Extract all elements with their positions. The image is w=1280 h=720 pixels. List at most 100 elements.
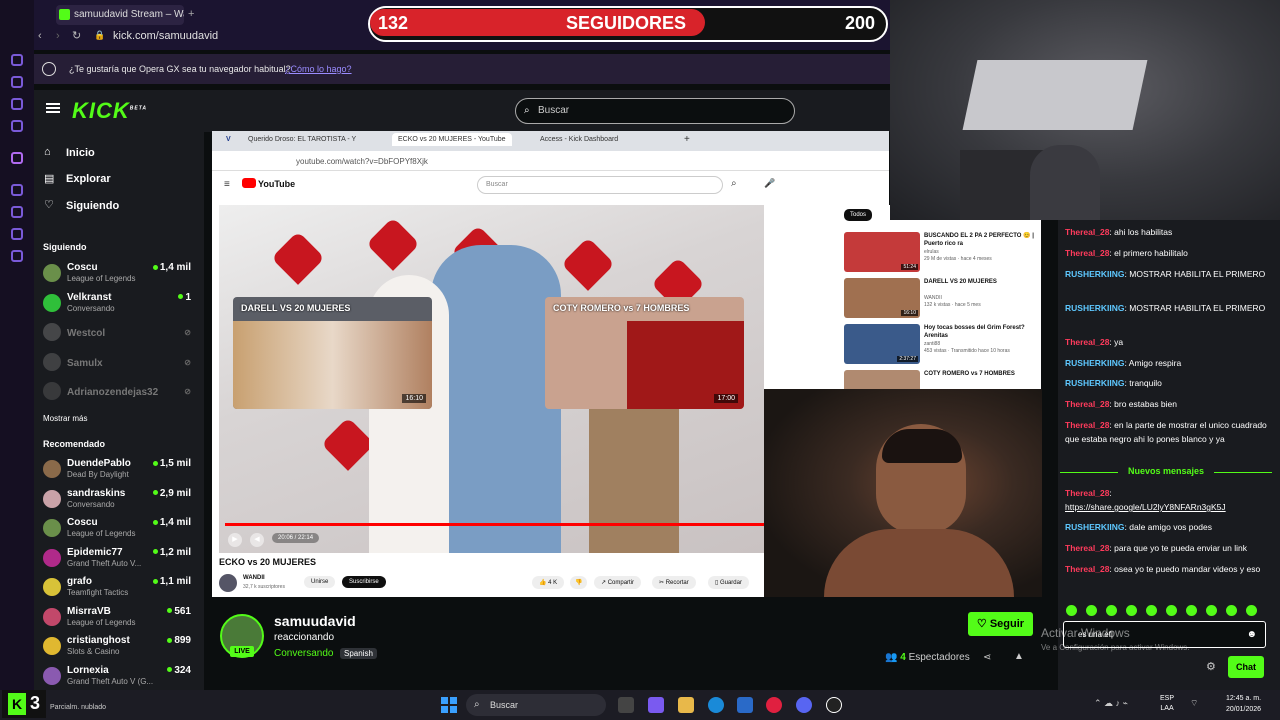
- menu-icon[interactable]: ≡: [224, 179, 230, 190]
- dislike-button[interactable]: 👎: [570, 576, 588, 589]
- chat-username[interactable]: Thereal_28: [1065, 399, 1109, 409]
- yt-url[interactable]: youtube.com/watch?v=DbFOPYf8Xjk: [296, 157, 428, 166]
- side-video[interactable]: 16:10 DARELL VS 20 MUJERES WANDII 132 k vis…: [844, 278, 1041, 318]
- chat-username[interactable]: RUSHERKIING: [1065, 358, 1125, 368]
- filter-all[interactable]: Todos: [844, 209, 873, 221]
- emote-icon[interactable]: [1146, 605, 1157, 616]
- sidebar-channel[interactable]: grafo Teamfight Tactics 1,1 mil: [43, 576, 195, 602]
- emote-icon[interactable]: [1186, 605, 1197, 616]
- rail-item-icon[interactable]: [11, 206, 23, 218]
- sidebar-channel[interactable]: Westcol ⊘: [43, 321, 195, 347]
- mic-icon[interactable]: 🎤: [764, 178, 775, 189]
- chat-username[interactable]: Thereal_28: [1065, 564, 1109, 574]
- browser-tab-active[interactable]: samuudavid Stream – Wat: [56, 5, 184, 25]
- rail-item-icon[interactable]: [11, 120, 23, 132]
- file-explorer-icon[interactable]: [678, 697, 694, 713]
- yt-search-input[interactable]: Buscar: [477, 176, 723, 194]
- nav-following[interactable]: Siguiendo: [66, 200, 119, 212]
- chat-username[interactable]: RUSHERKIING: [1065, 303, 1125, 313]
- share-button[interactable]: ↗ Compartir: [594, 576, 642, 589]
- side-video[interactable]: 51:24 BUSCANDO EL 2 PA 2 PERFECTO 😊 | Pue…: [844, 232, 1041, 272]
- chat-username[interactable]: RUSHERKIING: [1065, 522, 1125, 532]
- edge-icon[interactable]: [708, 697, 724, 713]
- stream-category[interactable]: Conversando: [274, 648, 333, 659]
- sidebar-channel[interactable]: MisrraVB League of Legends 561: [43, 606, 195, 632]
- volume-icon[interactable]: ◀: [250, 533, 264, 547]
- like-button[interactable]: 👍 4 K: [532, 576, 565, 589]
- settings-icon[interactable]: [11, 250, 23, 262]
- side-video[interactable]: 2:37:27 Hoy tocas bosses del Grim Forest?…: [844, 324, 1041, 364]
- chat-username[interactable]: Thereal_28: [1065, 420, 1109, 430]
- task-view-icon[interactable]: [618, 697, 634, 713]
- wifi-icon[interactable]: ⌔: [1190, 698, 1198, 709]
- save-button[interactable]: ▯ Guardar: [708, 576, 749, 589]
- obs-icon[interactable]: [826, 697, 842, 713]
- play-icon[interactable]: ▶: [228, 533, 242, 547]
- sidebar-channel[interactable]: Coscu League of Legends 1,4 mil: [43, 262, 195, 288]
- discord-icon[interactable]: [796, 697, 812, 713]
- youtube-logo[interactable]: YouTube: [258, 179, 295, 189]
- emote-icon[interactable]: [1246, 605, 1257, 616]
- taskbar-clock[interactable]: 12:45 a. m. 20/01/2026: [1226, 693, 1261, 715]
- emote-icon[interactable]: [1226, 605, 1237, 616]
- taskbar-search[interactable]: ⌕ Buscar: [466, 694, 606, 716]
- channel-name[interactable]: WANDII: [243, 575, 265, 581]
- chat-link[interactable]: https://share.google/LU2lyY8NFARn3gK5J: [1065, 502, 1226, 512]
- gear-icon[interactable]: ⚙: [1206, 660, 1216, 673]
- forward-icon[interactable]: ›: [56, 30, 60, 42]
- chat-username[interactable]: RUSHERKIING: [1065, 269, 1125, 279]
- search-input[interactable]: ⌕ Buscar: [515, 98, 795, 124]
- store-icon[interactable]: [737, 697, 753, 713]
- chat-username[interactable]: Thereal_28: [1065, 227, 1109, 237]
- yt-tab[interactable]: Access - Kick Dashboard: [540, 136, 618, 143]
- back-icon[interactable]: ‹: [38, 30, 42, 42]
- subscribe-button[interactable]: Suscribirse: [342, 576, 386, 588]
- rail-item-icon[interactable]: [11, 98, 23, 110]
- rail-item-icon[interactable]: [11, 184, 23, 196]
- weather-text[interactable]: Parcialm. nublado: [50, 704, 106, 711]
- chat-username[interactable]: Thereal_28: [1065, 543, 1109, 553]
- yt-tab-active[interactable]: ECKO vs 20 MUJERES - YouTube: [392, 133, 512, 146]
- sidebar-channel[interactable]: Adrianozendejas32 ⊘: [43, 380, 195, 406]
- share-icon[interactable]: ⋖: [983, 652, 991, 663]
- emote-icon[interactable]: [1106, 605, 1117, 616]
- rail-item-icon[interactable]: [11, 228, 23, 240]
- report-icon[interactable]: ▲: [1014, 651, 1024, 662]
- kick-logo[interactable]: KICKBETA: [72, 98, 147, 124]
- sidebar-channel[interactable]: Velkranst Conversando 1: [43, 292, 195, 318]
- video-progress-bar[interactable]: [225, 523, 764, 526]
- clip-button[interactable]: ✂ Recortar: [652, 576, 696, 589]
- channel-name[interactable]: samuudavid: [274, 613, 356, 629]
- new-tab-icon[interactable]: +: [684, 134, 690, 145]
- chat-username[interactable]: Thereal_28: [1065, 248, 1109, 258]
- rail-item-icon[interactable]: [11, 76, 23, 88]
- new-tab-icon[interactable]: +: [188, 8, 194, 20]
- nav-browse[interactable]: Explorar: [66, 173, 111, 185]
- sidebar-channel[interactable]: Lornexia Grand Theft Auto V (G... 324: [43, 665, 195, 691]
- sidebar-channel[interactable]: Coscu League of Legends 1,4 mil: [43, 517, 195, 543]
- end-screen-card[interactable]: COTY ROMERO vs 7 HOMBRES 17:00: [545, 297, 744, 409]
- twitch-icon[interactable]: [11, 152, 23, 164]
- chat-username[interactable]: RUSHERKIING: [1065, 378, 1125, 388]
- windows-start-icon[interactable]: [441, 697, 457, 713]
- menu-icon[interactable]: [46, 103, 60, 105]
- yt-tab[interactable]: Querido Droso: EL TAROTISTA - Y: [248, 136, 356, 143]
- channel-avatar[interactable]: [219, 574, 237, 592]
- sidebar-channel[interactable]: Samulx ⊘: [43, 351, 195, 377]
- copilot-icon[interactable]: [648, 697, 664, 713]
- emote-icon[interactable]: [1066, 605, 1077, 616]
- tray-icons[interactable]: ⌃ ☁ ♪ ⌁: [1094, 698, 1128, 709]
- show-more-link[interactable]: Mostrar más: [43, 414, 87, 423]
- emoji-icon[interactable]: ☻: [1246, 622, 1257, 647]
- chat-username[interactable]: Thereal_28: [1065, 337, 1109, 347]
- opera-gx-icon[interactable]: [766, 697, 782, 713]
- end-screen-card[interactable]: DARELL VS 20 MUJERES 16:10: [233, 297, 432, 409]
- emote-icon[interactable]: [1166, 605, 1177, 616]
- stream-language-tag[interactable]: Spanish: [340, 648, 377, 659]
- emote-icon[interactable]: [1086, 605, 1097, 616]
- chat-username[interactable]: Thereal_28: [1065, 488, 1109, 498]
- follow-button[interactable]: ♡ Seguir: [968, 612, 1033, 636]
- url-field[interactable]: kick.com/samuudavid: [113, 30, 218, 42]
- emote-icon[interactable]: [1206, 605, 1217, 616]
- sidebar-channel[interactable]: cristianghost Slots & Casino 899: [43, 635, 195, 661]
